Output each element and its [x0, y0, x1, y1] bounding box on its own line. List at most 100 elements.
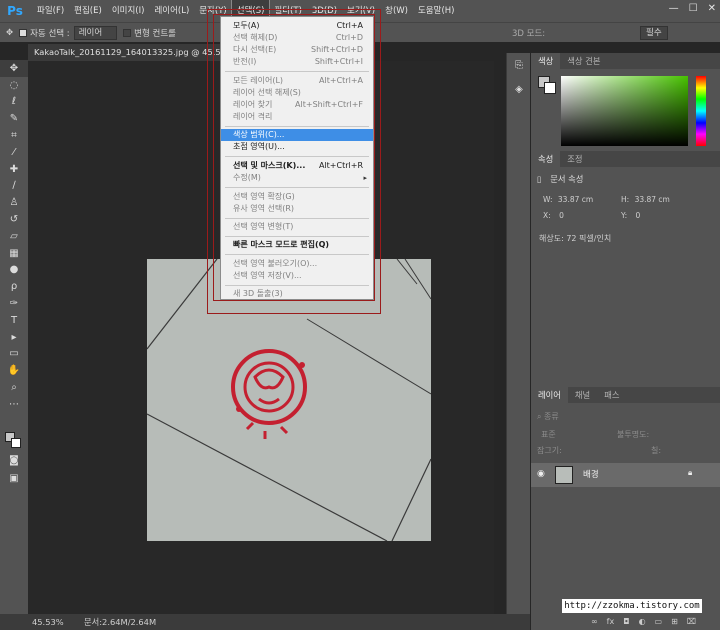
minimize-icon[interactable]: —: [669, 3, 679, 14]
layer-filter-dropdown[interactable]: ⌕ 종류: [537, 411, 559, 422]
quick-mask-icon[interactable]: ◙: [0, 452, 28, 469]
group-icon[interactable]: ▭: [655, 617, 663, 626]
zoom-level[interactable]: 45.53%: [32, 614, 64, 630]
right-panel-dock: 색상 색상 견본 속성 조정 ▯ 문서 속성 W: 33.87 cm H: 33…: [531, 53, 720, 630]
brush-tool-icon[interactable]: ∕: [0, 178, 28, 195]
mask-icon[interactable]: ◘: [623, 617, 629, 626]
menu-edit[interactable]: 편집(E): [69, 0, 107, 22]
dodge-tool-icon[interactable]: ρ: [0, 278, 28, 295]
lasso-tool-icon[interactable]: ℓ: [0, 94, 28, 111]
hue-slider[interactable]: [696, 76, 706, 146]
collapsed-panel-strip: ⎘ ◈: [506, 53, 530, 614]
width-label: W:: [543, 195, 553, 204]
fx-icon[interactable]: fx: [607, 617, 615, 626]
properties-icon[interactable]: ◈: [507, 77, 531, 101]
menu-help[interactable]: 도움말(H): [413, 0, 459, 22]
lock-label: 잠그기:: [537, 446, 562, 455]
auto-select-checkbox[interactable]: [19, 29, 28, 37]
screen-mode-icon[interactable]: ▣: [0, 470, 28, 487]
auto-select-dropdown[interactable]: 레이어: [73, 25, 118, 40]
tab-swatches[interactable]: 색상 견본: [560, 53, 607, 69]
adjustment-icon[interactable]: ◐: [639, 617, 646, 626]
pen-tool-icon[interactable]: ✑: [0, 295, 28, 312]
gradient-tool-icon[interactable]: ▦: [0, 245, 28, 262]
menu-window[interactable]: 창(W): [380, 0, 413, 22]
tab-channels[interactable]: 채널: [568, 387, 597, 403]
tools-panel: ✥ ◌ ℓ ✎ ⌗ ⁄ ✚ ∕ ♙ ↺ ▱ ▦ ● ρ ✑ T ▸ ▭ ✋ ⌕ …: [0, 60, 28, 616]
resolution-info: 해상도: 72 픽셀/인치: [539, 234, 612, 243]
window-controls: — ☐ ✕: [669, 3, 716, 14]
rectangle-tool-icon[interactable]: ▭: [0, 346, 28, 363]
background-color-swatch[interactable]: [11, 438, 21, 448]
layer-name[interactable]: 배경: [583, 468, 599, 480]
y-label: Y:: [621, 211, 628, 220]
document-size-info[interactable]: 문서:2.64M/2.64M: [84, 614, 156, 630]
menu-file[interactable]: 파일(F): [32, 0, 69, 22]
path-selection-tool-icon[interactable]: ▸: [0, 329, 28, 346]
eyedropper-tool-icon[interactable]: ⁄: [0, 144, 28, 161]
color-panel-tabs: 색상 색상 견본: [531, 53, 720, 69]
color-panel-background-swatch[interactable]: [544, 82, 556, 94]
history-brush-tool-icon[interactable]: ↺: [0, 211, 28, 228]
x-label: X:: [543, 211, 551, 220]
move-icon[interactable]: ✥: [6, 28, 13, 38]
trash-icon[interactable]: ⌧: [687, 617, 696, 626]
status-bar: 45.53% 문서:2.64M/2.64M: [0, 614, 530, 630]
x-field[interactable]: X: 0: [543, 211, 564, 220]
hand-tool-icon[interactable]: ✋: [0, 362, 28, 379]
layer-filter-label: 종류: [544, 412, 559, 421]
y-value: 0: [635, 211, 641, 220]
history-icon[interactable]: ⎘: [507, 53, 531, 77]
document-icon: ▯: [537, 174, 542, 184]
x-value: 0: [559, 211, 564, 220]
height-field[interactable]: H: 33.87 cm: [621, 195, 670, 204]
menu-layer[interactable]: 레이어(L): [149, 0, 194, 22]
tab-color[interactable]: 색상: [531, 53, 561, 69]
height-value: 33.87 cm: [634, 195, 670, 204]
blend-mode-dropdown[interactable]: 표준: [541, 429, 556, 440]
clone-stamp-tool-icon[interactable]: ♙: [0, 194, 28, 211]
zoom-tool-icon[interactable]: ⌕: [0, 379, 28, 396]
color-panel: 색상 색상 견본: [531, 53, 720, 151]
link-icon[interactable]: ∞: [591, 617, 598, 626]
highlight-outline: [213, 14, 375, 301]
tab-paths[interactable]: 패스: [597, 387, 626, 403]
height-label: H:: [621, 195, 630, 204]
blur-tool-icon[interactable]: ●: [0, 262, 28, 279]
watermark: http://zzokma.tistory.com: [562, 599, 702, 613]
close-icon[interactable]: ✕: [708, 3, 716, 14]
workspace-selector[interactable]: 필수: [640, 26, 668, 40]
color-picker-field[interactable]: [561, 76, 688, 146]
y-field[interactable]: Y: 0: [621, 211, 640, 220]
maximize-icon[interactable]: ☐: [689, 3, 698, 14]
layers-bottom-toolbar: ∞ fx ◘ ◐ ▭ ⊞ ⌧: [591, 617, 696, 626]
menu-image[interactable]: 이미지(I): [107, 0, 150, 22]
tab-layers[interactable]: 레이어: [531, 387, 568, 403]
eraser-tool-icon[interactable]: ▱: [0, 228, 28, 245]
crop-tool-icon[interactable]: ⌗: [0, 127, 28, 144]
marquee-tool-icon[interactable]: ◌: [0, 77, 28, 94]
new-layer-icon[interactable]: ⊞: [671, 617, 678, 626]
mode-3d-label: 3D 모드:: [512, 29, 546, 39]
layer-thumbnail: [555, 466, 573, 484]
document-tab[interactable]: KakaoTalk_20161129_164013325.jpg @ 45.5%…: [28, 44, 223, 61]
transform-controls-option[interactable]: 변형 컨트롤: [123, 27, 176, 39]
layer-row-background[interactable]: ◉ 배경 🔒︎: [531, 463, 720, 487]
type-tool-icon[interactable]: T: [0, 312, 28, 329]
width-field[interactable]: W: 33.87 cm: [543, 195, 593, 204]
more-tools-icon[interactable]: ⋯: [0, 396, 28, 413]
tab-adjustments[interactable]: 조정: [560, 151, 589, 167]
tab-properties[interactable]: 속성: [531, 151, 561, 167]
eye-icon[interactable]: ◉: [537, 469, 545, 479]
transform-controls-checkbox[interactable]: [123, 29, 132, 37]
document-properties-header: ▯ 문서 속성: [537, 173, 583, 185]
properties-panel: 속성 조정 ▯ 문서 속성 W: 33.87 cm H: 33.87 cm X:…: [531, 151, 720, 381]
move-tool-icon[interactable]: ✥: [0, 60, 28, 77]
opacity-label: 불투명도:: [617, 430, 650, 439]
search-icon: ⌕: [537, 412, 542, 421]
lock-icon[interactable]: 🔒︎: [688, 468, 692, 478]
auto-select-option[interactable]: 자동 선택 :: [19, 27, 70, 39]
layers-panel: 레이어 채널 패스 ⌕ 종류 표준 불투명도: 잠그기: 칠: ◉ 배경 🔒︎ …: [531, 387, 720, 630]
healing-brush-tool-icon[interactable]: ✚: [0, 161, 28, 178]
quick-select-tool-icon[interactable]: ✎: [0, 110, 28, 127]
